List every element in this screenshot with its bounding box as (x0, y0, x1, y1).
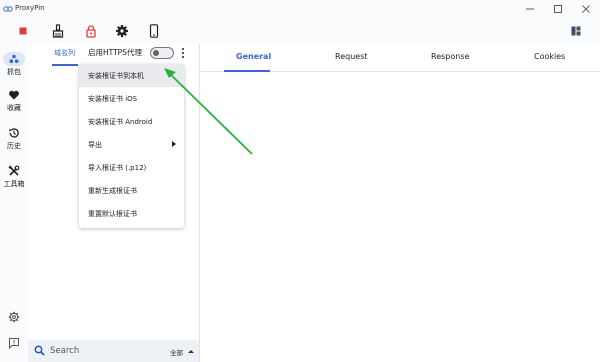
detail-tabs: General Request Response Cookies (201, 44, 600, 72)
clear-button[interactable] (51, 24, 65, 38)
network-icon (3, 52, 25, 66)
menu-item-label: 重置默认根证书 (88, 209, 137, 218)
navigation-rail: 抓包 收藏 历史 工具箱 (0, 44, 28, 362)
heart-icon (8, 88, 20, 102)
broom-icon (52, 24, 64, 38)
more-options-icon[interactable] (180, 47, 186, 59)
menu-item-regenerate[interactable]: 重新生成根证书 (79, 179, 184, 202)
settings-nav-button[interactable] (0, 310, 28, 326)
title-bar: ProxyPin (0, 0, 600, 18)
nav-item-history[interactable]: 历史 (0, 126, 28, 158)
nav-item-label: 工具箱 (3, 180, 25, 188)
https-lock-button[interactable] (84, 24, 98, 38)
feedback-icon (8, 336, 20, 350)
history-icon (8, 126, 20, 140)
menu-item-label: 安装根证书到本机 (88, 71, 144, 80)
minimize-button[interactable] (516, 0, 544, 18)
https-proxy-label: 启用HTTPS代理 (88, 48, 142, 57)
menu-item-label: 导入根证书 (.p12) (88, 163, 147, 172)
tab-response[interactable]: Response (431, 52, 469, 61)
settings-button[interactable] (115, 24, 129, 38)
tools-icon (8, 164, 20, 178)
close-button[interactable] (572, 0, 600, 18)
menu-item-label: 安装根证书 Android (88, 117, 153, 126)
tab-domain-list[interactable]: 域名列 (54, 48, 75, 58)
menu-item-label: 导出 (88, 140, 102, 149)
caret-up-icon (188, 350, 194, 353)
mobile-button[interactable] (147, 24, 161, 38)
maximize-icon (554, 5, 562, 13)
tab-general[interactable]: General (236, 52, 271, 61)
tab-indicator (52, 64, 78, 66)
menu-item-reset-default[interactable]: 重置默认根证书 (79, 202, 184, 225)
maximize-button[interactable] (544, 0, 572, 18)
https-proxy-toggle[interactable] (150, 47, 174, 59)
menu-item-label: 重新生成根证书 (88, 186, 137, 195)
toggle-knob (153, 50, 159, 56)
feedback-nav-button[interactable] (0, 336, 28, 352)
nav-item-label: 历史 (7, 142, 21, 150)
layout-button[interactable] (569, 24, 583, 38)
gear-icon (116, 25, 128, 37)
search-icon (34, 345, 45, 356)
lock-icon (86, 25, 96, 38)
minimize-icon (526, 8, 534, 10)
menu-item-label: 安装根证书 iOS (88, 94, 138, 103)
app-logo-icon (3, 6, 13, 12)
layout-icon (571, 26, 581, 36)
tab-request[interactable]: Request (335, 52, 368, 61)
search-bar[interactable]: Search 全部 (28, 340, 199, 362)
stop-button[interactable] (16, 24, 30, 38)
nav-item-label: 收藏 (7, 104, 21, 112)
window-title: ProxyPin (15, 4, 45, 12)
nav-item-favorites[interactable]: 收藏 (0, 88, 28, 120)
settings-icon (8, 310, 20, 324)
nav-item-toolbox[interactable]: 工具箱 (0, 164, 28, 196)
search-input[interactable]: Search (50, 346, 79, 356)
annotation-arrow (164, 68, 253, 155)
phone-icon (149, 24, 159, 38)
stop-icon (19, 27, 27, 35)
filter-select[interactable]: 全部 (170, 347, 183, 357)
tab-cookies[interactable]: Cookies (534, 52, 565, 61)
nav-item-capture[interactable]: 抓包 (0, 52, 28, 84)
close-icon (582, 5, 590, 13)
nav-item-label: 抓包 (7, 68, 21, 76)
toolbar (0, 18, 600, 44)
